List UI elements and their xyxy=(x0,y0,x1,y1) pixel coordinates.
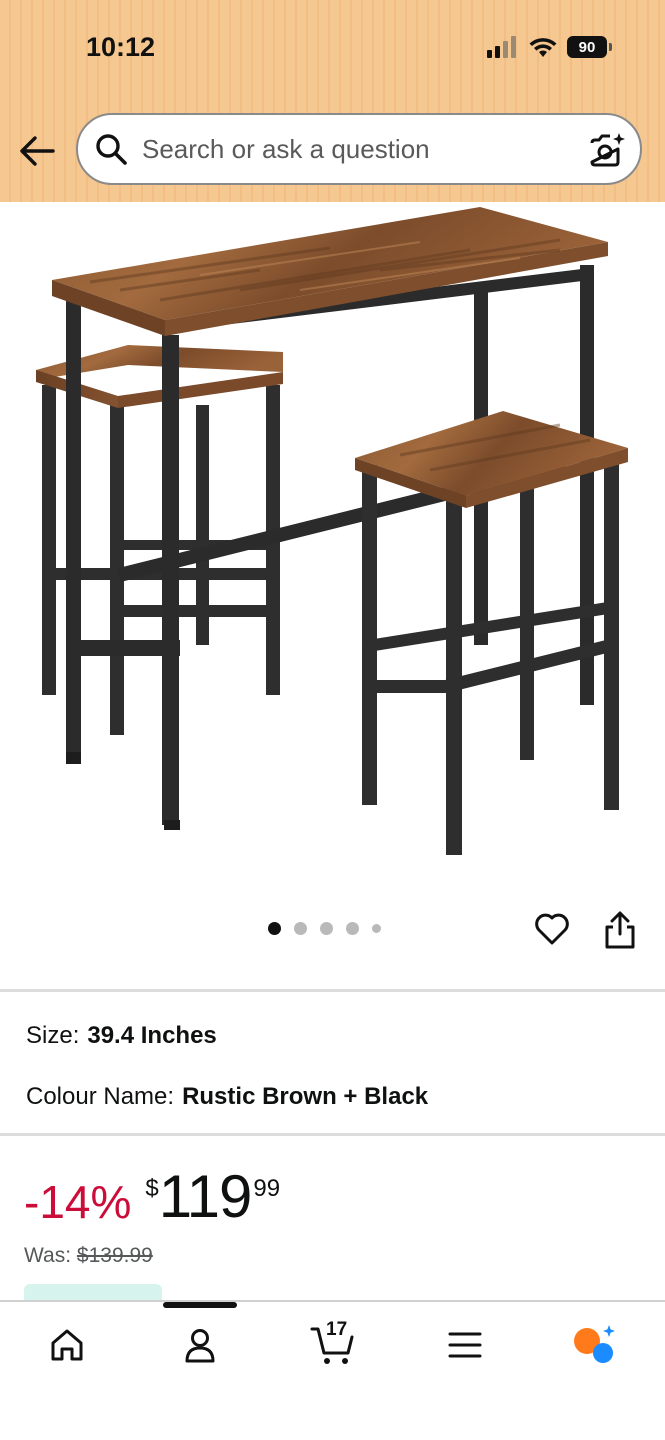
heart-icon[interactable] xyxy=(533,910,571,948)
home-indicator xyxy=(163,1302,237,1308)
colour-row[interactable]: Colour Name: Rustic Brown + Black xyxy=(26,1083,428,1111)
wifi-icon xyxy=(529,38,557,57)
battery-indicator: 90 xyxy=(567,36,612,58)
price-whole: 119 xyxy=(158,1163,253,1230)
pagination-dot[interactable] xyxy=(372,924,381,933)
price-currency: $ xyxy=(145,1175,159,1202)
was-price: Was: $139.99 xyxy=(24,1244,153,1268)
search-input[interactable]: Search or ask a question xyxy=(76,113,642,185)
header: 10:12 90 Search or ask a question xyxy=(0,0,665,202)
product-image[interactable] xyxy=(0,202,665,892)
search-icon xyxy=(96,134,127,165)
nav-assistant[interactable] xyxy=(570,1320,620,1370)
status-icons: 90 xyxy=(487,36,612,58)
camera-icon[interactable] xyxy=(588,131,626,169)
price-fraction: 99 xyxy=(253,1175,281,1202)
pagination-dot[interactable] xyxy=(346,922,359,935)
price-block: -14% $ 119 99 xyxy=(24,1165,280,1229)
status-time: 10:12 xyxy=(86,32,156,62)
pagination-dot[interactable] xyxy=(294,922,307,935)
home-icon xyxy=(51,1329,83,1361)
divider xyxy=(0,989,665,992)
size-row[interactable]: Size: 39.4 Inches xyxy=(26,1022,217,1050)
colour-label: Colour Name: xyxy=(26,1083,175,1110)
signal-icon xyxy=(487,36,516,58)
assistant-icon xyxy=(574,1325,615,1363)
divider xyxy=(0,1133,665,1136)
size-label: Size: xyxy=(26,1022,80,1049)
nav-menu[interactable] xyxy=(440,1320,490,1370)
colour-value: Rustic Brown + Black xyxy=(182,1083,429,1110)
size-value: 39.4 Inches xyxy=(87,1022,217,1049)
nav-home[interactable] xyxy=(42,1320,92,1370)
discount-percent: -14% xyxy=(24,1176,132,1228)
back-arrow-icon[interactable] xyxy=(18,134,56,168)
pagination-dot[interactable] xyxy=(320,922,333,935)
search-placeholder: Search or ask a question xyxy=(142,133,430,164)
cart-count-badge: 17 xyxy=(326,1319,348,1340)
table-top xyxy=(52,207,608,336)
pagination-dot[interactable] xyxy=(268,922,281,935)
image-pagination[interactable] xyxy=(268,922,381,935)
nav-account[interactable] xyxy=(175,1320,225,1370)
account-icon xyxy=(185,1329,215,1363)
was-value: $139.99 xyxy=(76,1244,153,1267)
share-icon[interactable] xyxy=(602,910,638,950)
was-label: Was: xyxy=(24,1244,72,1267)
menu-icon xyxy=(448,1332,482,1358)
